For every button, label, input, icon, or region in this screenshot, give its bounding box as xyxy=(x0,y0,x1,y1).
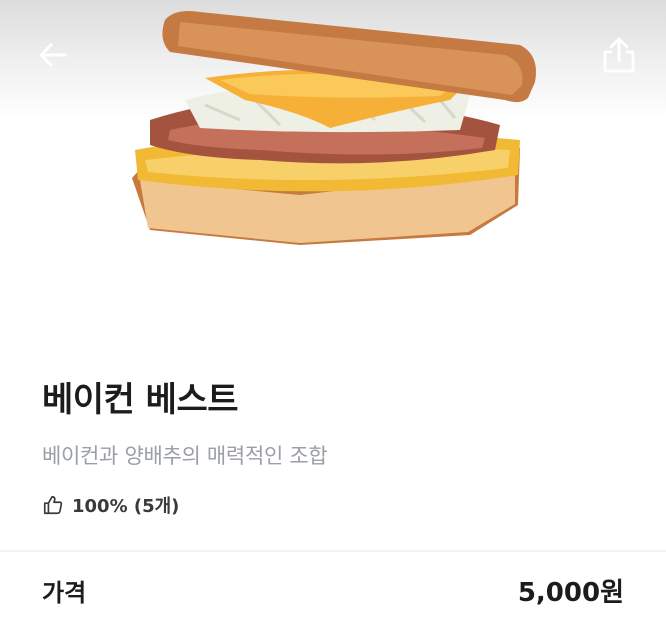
product-description: 베이컨과 양배추의 매력적인 조합 xyxy=(42,444,328,468)
price-label: 가격 xyxy=(42,579,87,607)
product-image xyxy=(132,11,536,245)
section-divider xyxy=(0,550,666,552)
rating-text: 100% (5개) xyxy=(72,496,180,517)
product-rating: 100% (5개) xyxy=(42,492,179,518)
arrow-left-icon xyxy=(39,43,67,67)
product-name: 베이컨 베스트 xyxy=(42,380,239,420)
share-icon xyxy=(603,37,635,73)
price-value: 5,000원 xyxy=(517,578,624,608)
thumbs-up-icon xyxy=(43,495,63,515)
share-button[interactable] xyxy=(594,30,644,80)
back-button[interactable] xyxy=(28,30,78,80)
price-row: 가격 5,000원 xyxy=(42,572,624,609)
product-hero xyxy=(0,0,666,300)
